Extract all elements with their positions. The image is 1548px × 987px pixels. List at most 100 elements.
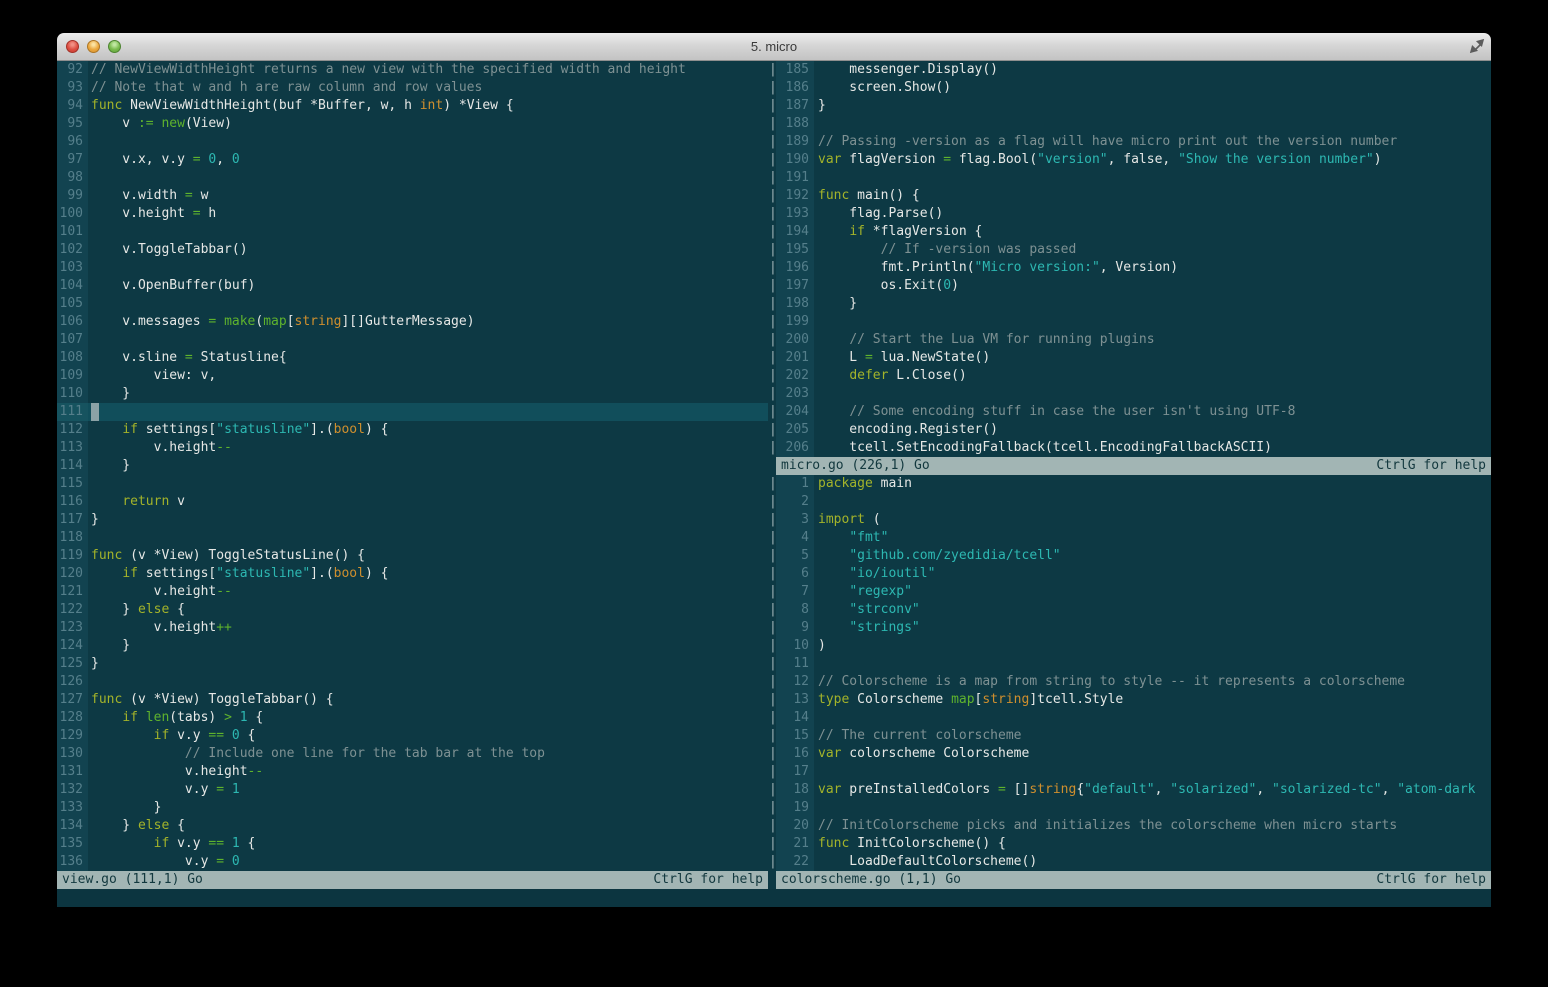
code-line[interactable]: | 8 "strconv" (768, 601, 1491, 619)
code-line[interactable]: 122 } else { (57, 601, 768, 619)
code-line[interactable]: 117} (57, 511, 768, 529)
editor-pane-view-go[interactable]: 92// NewViewWidthHeight returns a new vi… (57, 61, 768, 871)
code-line[interactable]: | 191 (768, 169, 1491, 187)
code-line[interactable]: 114 } (57, 457, 768, 475)
code-line[interactable]: | 16 var colorscheme Colorscheme (768, 745, 1491, 763)
code-line[interactable]: | 21 func InitColorscheme() { (768, 835, 1491, 853)
resize-arrows-icon[interactable] (1469, 38, 1486, 55)
code-line[interactable]: | 193 flag.Parse() (768, 205, 1491, 223)
code-line[interactable]: | 6 "io/ioutil" (768, 565, 1491, 583)
code-line[interactable]: 120 if settings["statusline"].(bool) { (57, 565, 768, 583)
code-line[interactable]: 123 v.height++ (57, 619, 768, 637)
code-line[interactable]: 93// Note that w and h are raw column an… (57, 79, 768, 97)
code-line[interactable]: | 190 var flagVersion = flag.Bool("version… (768, 151, 1491, 169)
code-line[interactable]: 99 v.width = w (57, 187, 768, 205)
code-line[interactable]: | 198 } (768, 295, 1491, 313)
code-line[interactable]: 111 (57, 403, 768, 421)
code-line[interactable]: | 7 "regexp" (768, 583, 1491, 601)
minimize-button[interactable] (87, 40, 100, 53)
code-line[interactable]: | 203 (768, 385, 1491, 403)
code-line[interactable]: 128 if len(tabs) > 1 { (57, 709, 768, 727)
code-line[interactable]: 134 } else { (57, 817, 768, 835)
code-line[interactable]: 100 v.height = h (57, 205, 768, 223)
code-line[interactable]: 131 v.height-- (57, 763, 768, 781)
line-number: 105 (57, 295, 88, 313)
code-text: "strconv" (849, 602, 920, 617)
code-line[interactable]: | 1 package main (768, 475, 1491, 493)
code-line[interactable]: 96 (57, 133, 768, 151)
code-line[interactable]: | 10) (768, 637, 1491, 655)
editor-pane-colorscheme-go[interactable]: | 1 package main | 2 | 3 import (| 4 "fmt" | 5 "gi… (768, 475, 1491, 871)
code-line[interactable]: | 13 type Colorscheme map[string]tcell.Sty… (768, 691, 1491, 709)
editor-pane-micro-go[interactable]: | 185 messenger.Display() | 186 screen.Show… (768, 61, 1491, 457)
code-line[interactable]: | 18 var preInstalledColors = []string{"de… (768, 781, 1491, 799)
code-line[interactable]: 132 v.y = 1 (57, 781, 768, 799)
code-line[interactable]: | 4 "fmt" (768, 529, 1491, 547)
code-line[interactable]: 126 (57, 673, 768, 691)
code-line[interactable]: | 192 func main() { (768, 187, 1491, 205)
code-line[interactable]: 130 // Include one line for the tab bar … (57, 745, 768, 763)
code-line[interactable]: 107 (57, 331, 768, 349)
code-line[interactable]: 119 func (v *View) ToggleStatusLine() { (57, 547, 768, 565)
code-line[interactable]: 129 if v.y == 0 { (57, 727, 768, 745)
code-line[interactable]: 115 (57, 475, 768, 493)
code-line[interactable]: | 202 defer L.Close() (768, 367, 1491, 385)
close-button[interactable] (66, 40, 79, 53)
code-line[interactable]: | 186 screen.Show() (768, 79, 1491, 97)
code-line[interactable]: | 195 // If -version was passed (768, 241, 1491, 259)
code-line[interactable]: | 201 L = lua.NewState() (768, 349, 1491, 367)
code-line[interactable]: 127 func (v *View) ToggleTabbar() { (57, 691, 768, 709)
code-line[interactable]: | 199 (768, 313, 1491, 331)
code-line[interactable]: | 9 "strings" (768, 619, 1491, 637)
code-line[interactable]: 97 v.x, v.y = 0, 0 (57, 151, 768, 169)
code-line[interactable]: | 3 import ( (768, 511, 1491, 529)
code-line[interactable]: | 12 // Colorscheme is a map from string t… (768, 673, 1491, 691)
code-line[interactable]: | 14 (768, 709, 1491, 727)
code-line[interactable]: 98 (57, 169, 768, 187)
code-line[interactable]: 95 v := new(View) (57, 115, 768, 133)
code-line[interactable]: | 19 (768, 799, 1491, 817)
code-line[interactable]: | 20 // InitColorscheme picks and initiali… (768, 817, 1491, 835)
code-line[interactable]: 116 return v (57, 493, 768, 511)
code-line[interactable]: | 188 (768, 115, 1491, 133)
code-line[interactable]: | 22 LoadDefaultColorscheme() (768, 853, 1491, 871)
code-line[interactable]: 92// NewViewWidthHeight returns a new vi… (57, 61, 768, 79)
window-titlebar[interactable]: 5. micro (57, 33, 1491, 61)
code-line[interactable]: | 204 // Some encoding stuff in case the … (768, 403, 1491, 421)
code-line[interactable]: 112 if settings["statusline"].(bool) { (57, 421, 768, 439)
code-line[interactable]: 113 v.height-- (57, 439, 768, 457)
code-line[interactable]: | 196 fmt.Println("Micro version:", Versi… (768, 259, 1491, 277)
code-line[interactable]: 104 v.OpenBuffer(buf) (57, 277, 768, 295)
code-line[interactable]: 109 view: v, (57, 367, 768, 385)
code-line[interactable]: | 187} (768, 97, 1491, 115)
code-line[interactable]: 102 v.ToggleTabbar() (57, 241, 768, 259)
code-line[interactable]: 125} (57, 655, 768, 673)
code-line[interactable]: | 15 // The current colorscheme (768, 727, 1491, 745)
code-line[interactable]: 110 } (57, 385, 768, 403)
code-line[interactable]: 106 v.messages = make(map[string][]Gutte… (57, 313, 768, 331)
zoom-button[interactable] (108, 40, 121, 53)
command-bar[interactable] (57, 889, 1491, 907)
code-line[interactable]: | 189 // Passing -version as a flag will h… (768, 133, 1491, 151)
code-line[interactable]: 124 } (57, 637, 768, 655)
code-line[interactable]: | 5 "github.com/zyedidia/tcell" (768, 547, 1491, 565)
code-line[interactable]: | 185 messenger.Display() (768, 61, 1491, 79)
code-line[interactable]: | 194 if *flagVersion { (768, 223, 1491, 241)
code-line[interactable]: | 11 (768, 655, 1491, 673)
code-line[interactable]: | 205 encoding.Register() (768, 421, 1491, 439)
code-line[interactable]: 94 func NewViewWidthHeight(buf *Buffer, w… (57, 97, 768, 115)
code-line[interactable]: 135 if v.y == 1 { (57, 835, 768, 853)
code-line[interactable]: | 206 tcell.SetEncodingFallback(tcell.Enc… (768, 439, 1491, 457)
code-line[interactable]: 121 v.height-- (57, 583, 768, 601)
code-line[interactable]: 133 } (57, 799, 768, 817)
code-line[interactable]: 103 (57, 259, 768, 277)
code-line[interactable]: | 197 os.Exit(0) (768, 277, 1491, 295)
code-line[interactable]: | 17 (768, 763, 1491, 781)
code-line[interactable]: | 2 (768, 493, 1491, 511)
code-line[interactable]: 105 (57, 295, 768, 313)
code-line[interactable]: | 200 // Start the Lua VM for running plu… (768, 331, 1491, 349)
code-line[interactable]: 136 v.y = 0 (57, 853, 768, 871)
code-line[interactable]: 118 (57, 529, 768, 547)
code-line[interactable]: 101 (57, 223, 768, 241)
code-line[interactable]: 108 v.sline = Statusline{ (57, 349, 768, 367)
